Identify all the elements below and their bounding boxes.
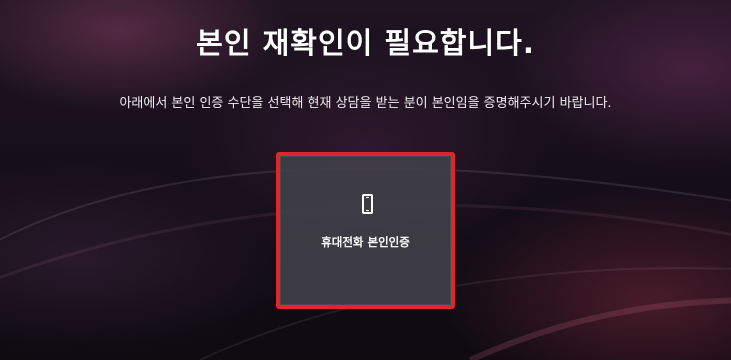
verification-page: 본인 재확인이 필요합니다. 아래에서 본인 인증 수단을 선택해 현재 상담을… [0, 0, 731, 360]
mobile-verification-label: 휴대전화 본인인증 [321, 235, 410, 249]
page-description: 아래에서 본인 인증 수단을 선택해 현재 상담을 받는 분이 본인임을 증명해… [119, 96, 612, 111]
page-title: 본인 재확인이 필요합니다. [196, 26, 535, 60]
mobile-phone-icon [362, 194, 373, 214]
mobile-verification-button[interactable]: 휴대전화 본인인증 [276, 152, 455, 309]
